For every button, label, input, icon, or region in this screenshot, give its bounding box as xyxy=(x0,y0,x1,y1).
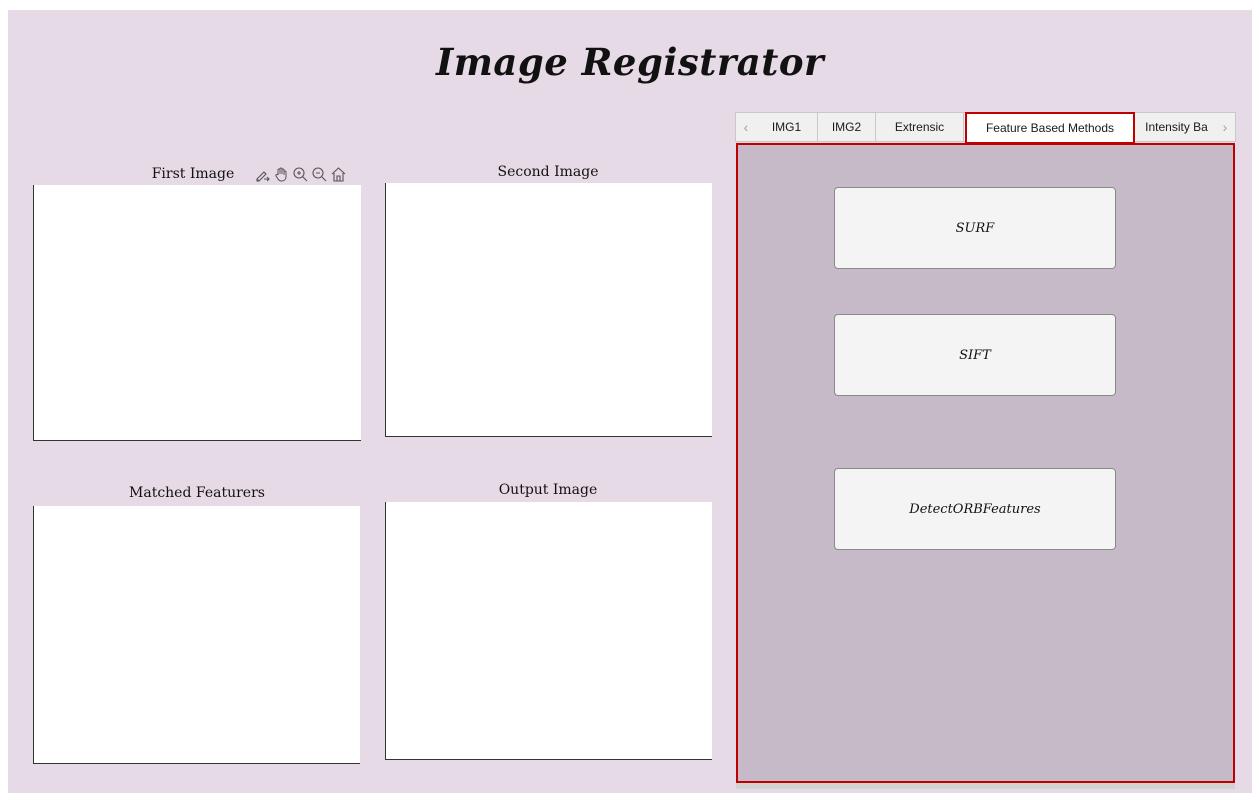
panel-scrollbar[interactable] xyxy=(736,783,1235,789)
tab-extrensic[interactable]: Extrensic xyxy=(876,113,964,141)
tab-feature-based-methods[interactable]: Feature Based Methods xyxy=(965,112,1135,144)
second-image-label: Second Image xyxy=(497,164,599,180)
tab-img2[interactable]: IMG2 xyxy=(818,113,876,141)
detect-orb-features-button[interactable]: DetectORBFeatures xyxy=(834,468,1116,550)
output-image-axes[interactable] xyxy=(385,502,712,760)
app-title: Image Registrator xyxy=(435,40,825,84)
chevron-right-icon[interactable]: › xyxy=(1215,113,1235,141)
chevron-left-icon[interactable]: ‹ xyxy=(736,113,756,141)
tab-img1[interactable]: IMG1 xyxy=(756,113,818,141)
matched-features-label: Matched Featurers xyxy=(129,485,265,501)
sift-button[interactable]: SIFT xyxy=(834,314,1116,396)
zoom-in-icon[interactable] xyxy=(292,166,309,183)
zoom-out-icon[interactable] xyxy=(311,166,328,183)
surf-button[interactable]: SURF xyxy=(834,187,1116,269)
tab-bar: ‹ IMG1 IMG2 Extrensic Feature Based Meth… xyxy=(735,112,1236,144)
feature-methods-panel: SURF SIFT DetectORBFeatures xyxy=(736,143,1235,783)
matched-features-axes[interactable] xyxy=(33,506,360,764)
export-icon[interactable] xyxy=(254,166,271,183)
home-icon[interactable] xyxy=(330,166,347,183)
pan-hand-icon[interactable] xyxy=(273,166,290,183)
app-window: Image Registrator First Image Second Ima… xyxy=(8,10,1252,793)
first-image-axes[interactable] xyxy=(33,185,361,441)
tab-intensity-based[interactable]: Intensity Ba xyxy=(1137,113,1216,141)
output-image-label: Output Image xyxy=(498,482,598,498)
axes-toolbar xyxy=(254,164,347,184)
first-image-label: First Image xyxy=(151,166,235,182)
second-image-axes[interactable] xyxy=(385,183,712,437)
